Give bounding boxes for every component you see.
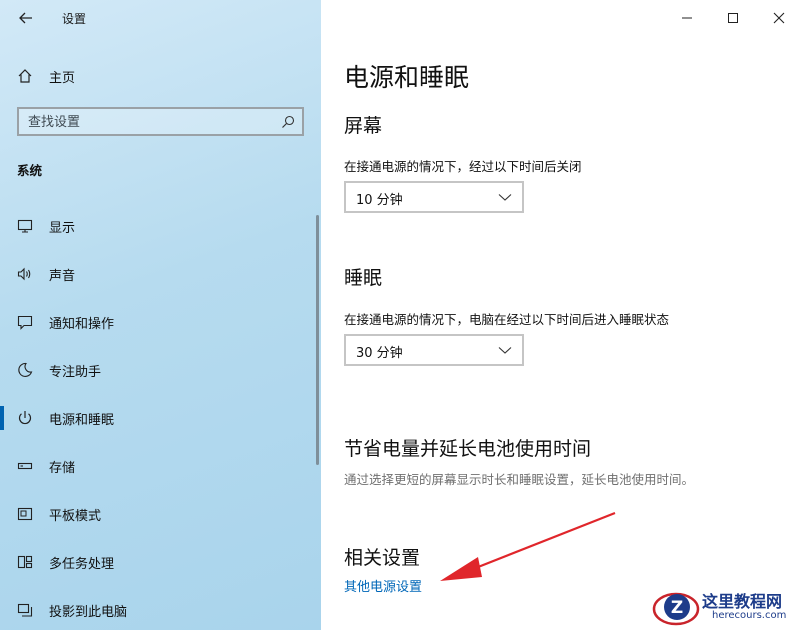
sidebar-item-label: 电源和睡眠 bbox=[49, 413, 115, 428]
moon-icon bbox=[18, 362, 33, 378]
sidebar-item-notifications[interactable]: 通知和操作 bbox=[0, 302, 321, 342]
back-button[interactable] bbox=[14, 6, 38, 30]
monitor-icon bbox=[17, 219, 33, 233]
sidebar-item-label: 声音 bbox=[49, 269, 76, 284]
sidebar-item-label: 主页 bbox=[49, 71, 76, 86]
chevron-down-icon bbox=[498, 347, 512, 354]
sidebar-item-label: 投影到此电脑 bbox=[49, 605, 128, 620]
maximize-icon bbox=[728, 13, 738, 23]
sidebar-item-power-sleep[interactable]: 电源和睡眠 bbox=[0, 398, 321, 438]
home-icon bbox=[18, 69, 32, 83]
page-title: 电源和睡眠 bbox=[344, 63, 470, 92]
sidebar-item-label: 存储 bbox=[49, 461, 76, 476]
battery-description: 通过选择更短的屏幕显示时长和睡眠设置，延长电池使用时间。 bbox=[344, 472, 695, 487]
sleep-description: 在接通电源的情况下，电脑在经过以下时间后进入睡眠状态 bbox=[344, 312, 670, 327]
project-icon bbox=[17, 603, 33, 617]
battery-heading: 节省电量并延长电池使用时间 bbox=[344, 438, 592, 460]
window-title: 设置 bbox=[62, 12, 87, 26]
sidebar-scrollbar[interactable] bbox=[316, 215, 319, 465]
sidebar-item-label: 通知和操作 bbox=[49, 317, 115, 332]
close-button[interactable] bbox=[765, 4, 793, 32]
sidebar-item-label: 平板模式 bbox=[49, 509, 102, 524]
minimize-button[interactable] bbox=[673, 4, 701, 32]
sidebar-item-project[interactable]: 投影到此电脑 bbox=[0, 590, 321, 630]
additional-power-settings-link[interactable]: 其他电源设置 bbox=[344, 576, 422, 595]
power-icon bbox=[18, 411, 32, 425]
watermark-logo-letter: Z bbox=[671, 598, 683, 618]
section-label: 系统 bbox=[17, 163, 43, 178]
storage-icon bbox=[17, 462, 33, 470]
sidebar-item-sound[interactable]: 声音 bbox=[0, 254, 321, 294]
minimize-icon bbox=[682, 17, 692, 19]
search-icon bbox=[282, 115, 295, 128]
related-settings-heading: 相关设置 bbox=[344, 547, 421, 569]
tablet-icon bbox=[17, 507, 33, 521]
watermark-text-en: herecours.com bbox=[712, 610, 787, 621]
search-box[interactable] bbox=[17, 107, 304, 136]
main-content: 电源和睡眠 屏幕 在接通电源的情况下，经过以下时间后关闭 10 分钟 睡眠 在接… bbox=[321, 0, 800, 630]
sidebar-item-label: 显示 bbox=[49, 221, 76, 236]
dropdown-value: 30 分钟 bbox=[356, 346, 403, 361]
watermark-logo-icon: Z bbox=[652, 592, 700, 626]
notification-icon bbox=[17, 315, 33, 330]
sleep-timeout-dropdown[interactable]: 30 分钟 bbox=[344, 334, 524, 366]
sidebar-item-label: 多任务处理 bbox=[49, 557, 115, 572]
selected-indicator bbox=[0, 406, 4, 430]
sidebar: 设置 主页 系统 显示 声音 通知和操作 bbox=[0, 0, 321, 630]
watermark: Z 这里教程网 herecours.com bbox=[650, 585, 800, 630]
speaker-icon bbox=[17, 267, 31, 281]
maximize-button[interactable] bbox=[719, 4, 747, 32]
screen-description: 在接通电源的情况下，经过以下时间后关闭 bbox=[344, 159, 582, 174]
sidebar-item-multitasking[interactable]: 多任务处理 bbox=[0, 542, 321, 582]
back-arrow-icon bbox=[19, 12, 32, 24]
dropdown-value: 10 分钟 bbox=[356, 193, 403, 208]
sidebar-item-focus-assist[interactable]: 专注助手 bbox=[0, 350, 321, 390]
multitask-icon bbox=[17, 555, 33, 569]
chevron-down-icon bbox=[498, 194, 512, 201]
search-input[interactable] bbox=[28, 113, 278, 131]
screen-timeout-dropdown[interactable]: 10 分钟 bbox=[344, 181, 524, 213]
sidebar-item-storage[interactable]: 存储 bbox=[0, 446, 321, 486]
sidebar-item-label: 专注助手 bbox=[49, 365, 102, 380]
close-icon bbox=[773, 12, 785, 24]
sidebar-item-tablet-mode[interactable]: 平板模式 bbox=[0, 494, 321, 534]
screen-heading: 屏幕 bbox=[344, 115, 383, 137]
sidebar-item-home[interactable]: 主页 bbox=[0, 62, 321, 90]
watermark-text-cn: 这里教程网 bbox=[702, 592, 783, 611]
sidebar-item-display[interactable]: 显示 bbox=[0, 206, 321, 246]
sleep-heading: 睡眠 bbox=[344, 267, 383, 289]
